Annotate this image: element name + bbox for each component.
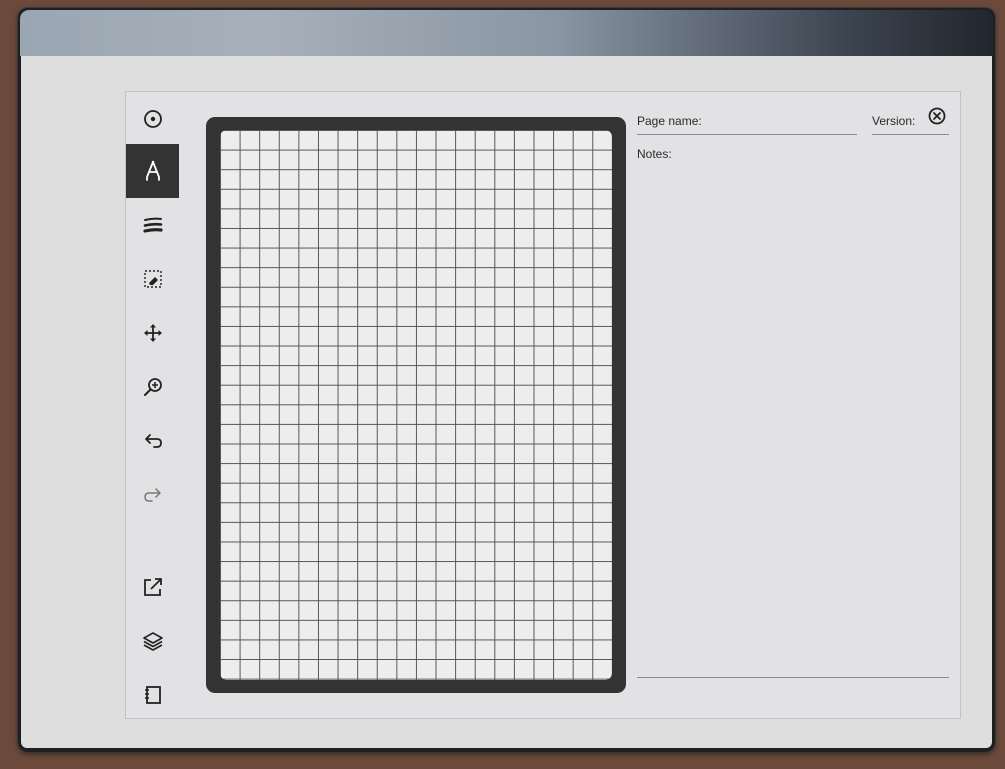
stroke-width-icon: [142, 217, 163, 233]
layers-button[interactable]: [126, 614, 179, 668]
page-preview-frame: [206, 117, 626, 693]
zoom-button[interactable]: [126, 360, 179, 414]
page-info-panel: Page name: Version: Notes:: [637, 107, 949, 687]
pen-tool-button[interactable]: [126, 144, 179, 198]
close-button[interactable]: [926, 105, 948, 127]
export-button[interactable]: [126, 560, 179, 614]
menu-button[interactable]: [126, 92, 179, 146]
circle-dot-icon: [143, 110, 162, 128]
notes-bottom-line: [637, 677, 949, 678]
version-label: Version:: [872, 114, 916, 128]
notebook-icon: [144, 686, 161, 704]
stroke-style-button[interactable]: [126, 198, 179, 252]
page-name-label: Page name:: [637, 114, 702, 128]
move-button[interactable]: [126, 306, 179, 360]
version-input[interactable]: [872, 134, 949, 135]
redo-icon: [143, 488, 161, 502]
page-template-panel: Page name: Version: Notes:: [125, 91, 961, 719]
redo-button[interactable]: [126, 468, 179, 522]
tablet-device: Page name: Version: Notes:: [18, 8, 995, 752]
select-erase-button[interactable]: [126, 252, 179, 306]
pen-tip-icon: [145, 160, 160, 181]
page-name-input[interactable]: [637, 134, 857, 135]
toolbar: [126, 92, 180, 718]
select-erase-icon: [143, 270, 162, 288]
zoom-in-icon: [143, 378, 162, 396]
screen: Page name: Version: Notes:: [21, 56, 992, 748]
notebook-button[interactable]: [126, 668, 179, 722]
notes-label: Notes:: [637, 147, 672, 161]
move-arrows-icon: [143, 324, 162, 342]
undo-button[interactable]: [126, 414, 179, 468]
layers-icon: [142, 632, 163, 651]
undo-icon: [144, 434, 162, 448]
device-bezel: [20, 10, 993, 56]
notes-textarea[interactable]: [637, 164, 949, 676]
share-out-icon: [143, 578, 162, 596]
grid-page-canvas[interactable]: [220, 130, 612, 680]
close-circle-icon: [928, 107, 946, 125]
